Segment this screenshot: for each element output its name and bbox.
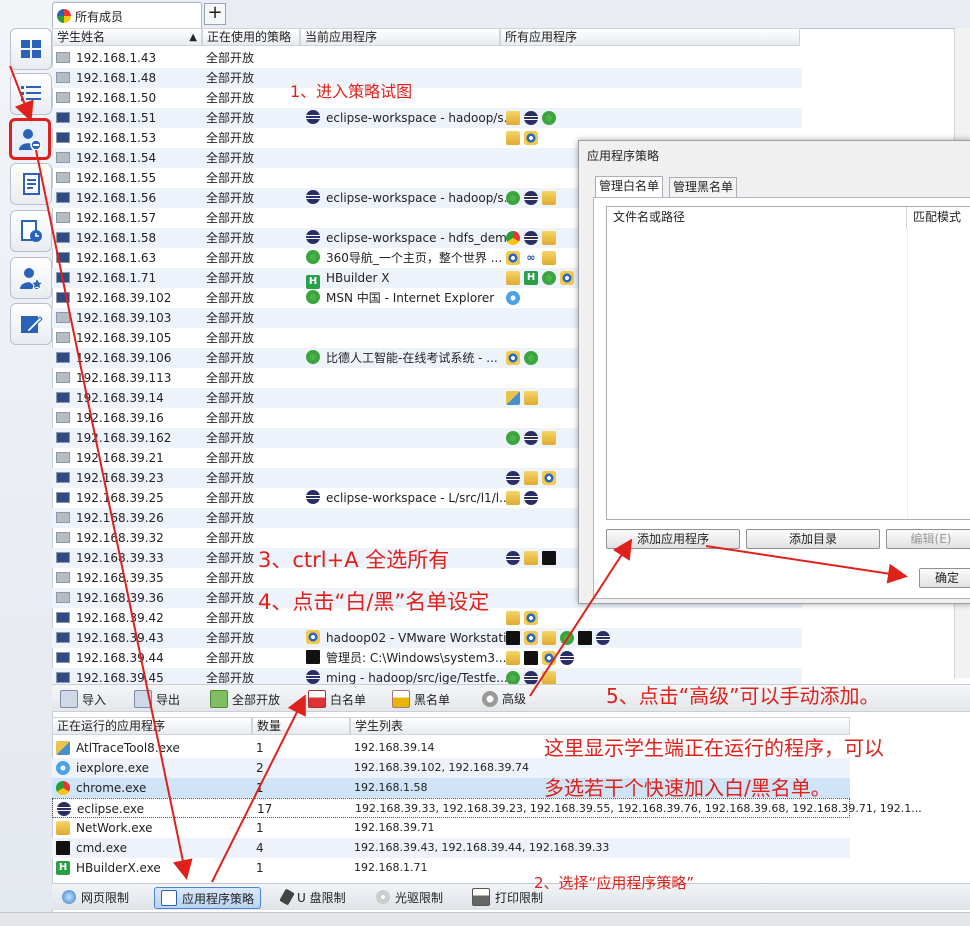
annotation-arrows	[9, 65, 908, 883]
arrow-to-whitelist-button	[211, 694, 306, 883]
arrow-to-ok-button	[705, 545, 908, 584]
arrow-to-policy-view	[9, 65, 34, 122]
arrow-to-app-policy-tab	[35, 149, 193, 880]
arrow-to-add-application	[529, 538, 633, 697]
